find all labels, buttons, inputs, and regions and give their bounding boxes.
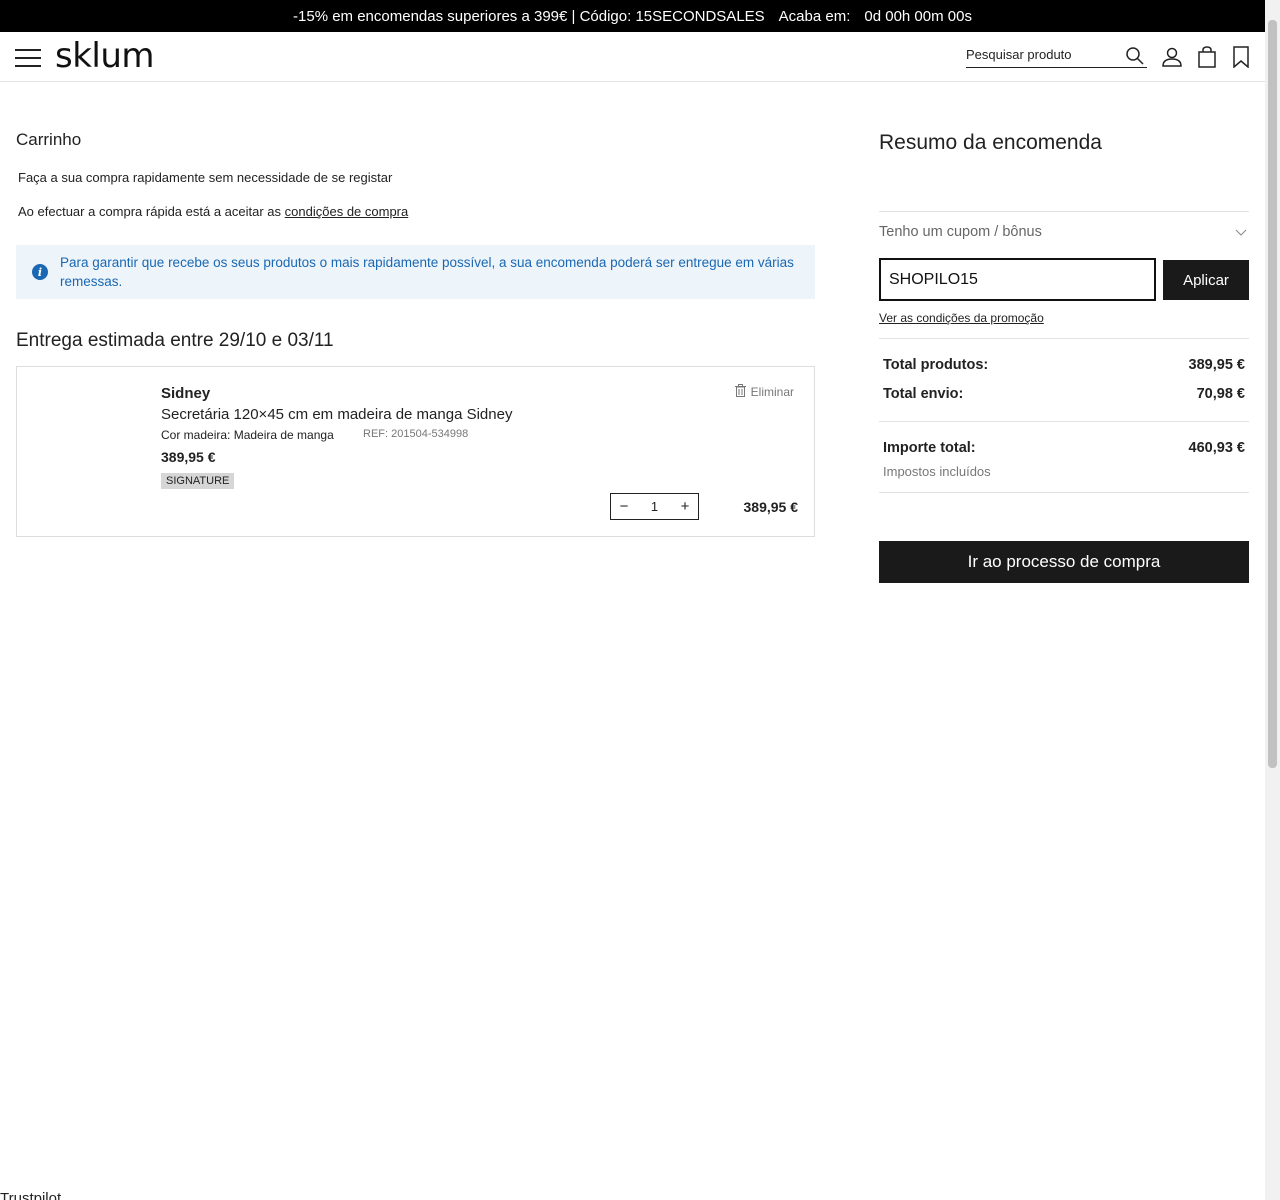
grand-total-row: Importe total: 460,93 €	[883, 440, 1245, 456]
total-products-label: Total produtos:	[883, 357, 989, 373]
product-ref: REF: 201504-534998	[363, 428, 469, 440]
coupon-toggle[interactable]: Tenho um cupom / bônus	[879, 211, 1249, 251]
trash-icon	[734, 384, 746, 400]
info-icon: i	[32, 264, 48, 280]
search-box	[966, 46, 1147, 68]
quick-purchase-text: Faça a sua compra rapidamente sem necess…	[18, 170, 393, 185]
coupon-label: Tenho um cupom / bônus	[879, 224, 1042, 240]
bookmark-icon[interactable]	[1233, 46, 1249, 73]
grand-total-label: Importe total:	[883, 440, 976, 456]
summary-title: Resumo da encomenda	[879, 131, 1102, 154]
apply-coupon-button[interactable]: Aplicar	[1163, 260, 1249, 300]
chevron-down-icon	[1235, 224, 1247, 242]
divider	[879, 338, 1249, 339]
delivery-estimate: Entrega estimada entre 29/10 e 03/11	[16, 330, 334, 351]
signature-badge: SIGNATURE	[161, 473, 235, 489]
line-total: 389,95 €	[743, 499, 799, 515]
cart-title: Carrinho	[16, 130, 82, 149]
menu-icon[interactable]	[15, 49, 41, 67]
scrollbar-thumb[interactable]	[1268, 20, 1277, 768]
total-shipping-label: Total envio:	[883, 386, 964, 402]
promo-bar: -15% em encomendas superiores a 399€ | C…	[0, 0, 1265, 32]
logo[interactable]: sklum	[55, 36, 155, 76]
promo-text: -15% em encomendas superiores a 399€ | C…	[293, 7, 765, 25]
checkout-button[interactable]: Ir ao processo de compra	[879, 541, 1249, 583]
product-name[interactable]: Secretária 120×45 cm em madeira de manga…	[161, 406, 512, 423]
total-shipping-row: Total envio: 70,98 €	[883, 386, 1245, 402]
grand-total-value: 460,93 €	[1188, 440, 1245, 456]
bag-icon[interactable]	[1197, 46, 1217, 73]
promo-conditions-link[interactable]: Ver as condições da promoção	[879, 311, 1044, 325]
search-input[interactable]	[966, 47, 1116, 62]
delete-label: Eliminar	[750, 385, 794, 399]
countdown-value: 0d 00h 00m 00s	[864, 7, 972, 25]
quantity-stepper: − 1 +	[610, 493, 699, 520]
user-icon[interactable]	[1161, 46, 1183, 73]
decrease-quantity-button[interactable]: −	[617, 498, 631, 515]
countdown-label: Acaba em:	[778, 7, 851, 25]
total-products-value: 389,95 €	[1188, 357, 1245, 373]
product-color: Cor madeira: Madeira de manga	[161, 428, 334, 442]
cart-item: Sidney Secretária 120×45 cm em madeira d…	[16, 366, 815, 537]
increase-quantity-button[interactable]: +	[678, 498, 692, 515]
accept-prefix: Ao efectuar a compra rápida está a aceit…	[18, 204, 282, 219]
info-banner: i Para garantir que recebe os seus produ…	[16, 245, 815, 299]
delete-item-button[interactable]: Eliminar	[734, 384, 794, 400]
search-icon[interactable]	[1125, 46, 1145, 71]
accept-conditions-text: Ao efectuar a compra rápida está a aceit…	[18, 204, 408, 219]
trustpilot-widget[interactable]: Trustpilot	[0, 1190, 61, 1200]
total-products-row: Total produtos: 389,95 €	[883, 357, 1245, 373]
info-message: Para garantir que recebe os seus produto…	[60, 255, 794, 289]
coupon-input[interactable]	[879, 258, 1156, 301]
quantity-value: 1	[650, 499, 659, 514]
page-scrollbar[interactable]	[1265, 0, 1280, 1200]
divider	[879, 492, 1249, 493]
site-header: sklum	[0, 32, 1265, 82]
product-image[interactable]	[27, 377, 147, 497]
divider	[879, 421, 1249, 422]
tax-note: Impostos incluídos	[883, 464, 991, 479]
product-brand[interactable]: Sidney	[161, 385, 210, 402]
total-shipping-value: 70,98 €	[1196, 386, 1245, 402]
product-price: 389,95 €	[161, 449, 216, 465]
purchase-conditions-link[interactable]: condições de compra	[285, 204, 409, 219]
